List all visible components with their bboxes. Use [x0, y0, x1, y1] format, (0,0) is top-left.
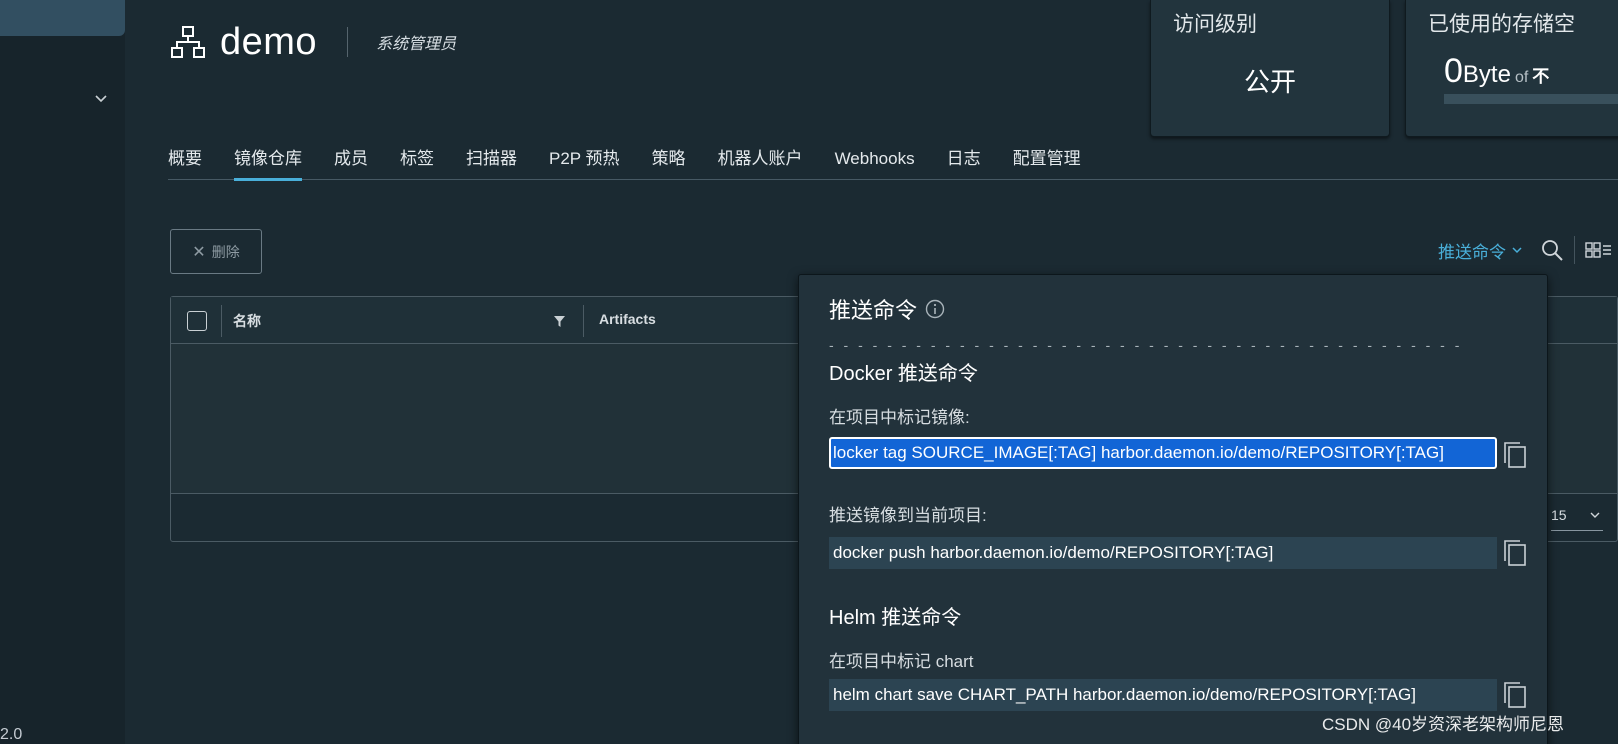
push-command-popover: 推送命令 - - - - - - - - - - - - - - - - - -… [798, 274, 1548, 744]
page-size-value: 15 [1551, 507, 1567, 523]
grid-view-icon[interactable] [1585, 241, 1611, 259]
project-icon [171, 26, 205, 58]
search-icon[interactable] [1540, 238, 1564, 262]
popover-title: 推送命令 [829, 293, 945, 325]
tab-configuration[interactable]: 配置管理 [1013, 144, 1081, 180]
column-divider [583, 305, 584, 337]
column-divider [221, 305, 222, 337]
select-all-checkbox[interactable] [187, 311, 207, 331]
page-size-select[interactable]: 15 [1551, 507, 1603, 531]
filter-icon[interactable] [553, 315, 566, 328]
popover-separator: - - - - - - - - - - - - - - - - - - - - … [829, 337, 1463, 353]
push-image-label: 推送镜像到当前项目: [829, 506, 987, 525]
access-level-value: 公开 [1243, 67, 1296, 97]
column-name-header[interactable]: 名称 [233, 311, 261, 331]
push-command-dropdown[interactable]: 推送命令 [1438, 238, 1522, 263]
storage-of-label: of [1514, 69, 1529, 86]
chevron-down-icon [1512, 247, 1522, 254]
tag-image-label: 在项目中标记镜像: [829, 408, 970, 427]
storage-used-unit: Byte [1462, 61, 1511, 88]
tab-logs[interactable]: 日志 [947, 144, 981, 180]
repo-toolbar: 推送命令 [1438, 236, 1611, 264]
tab-p2p-preheat[interactable]: P2P 预热 [549, 144, 620, 180]
tab-labels[interactable]: 标签 [400, 144, 434, 180]
helm-section-title: Helm 推送命令 [829, 607, 962, 629]
info-icon[interactable] [925, 299, 945, 319]
sidebar: 2.0 [0, 0, 125, 744]
tag-chart-label: 在项目中标记 chart [829, 652, 974, 671]
project-name: demo [220, 20, 318, 63]
tab-repositories[interactable]: 镜像仓库 [234, 144, 302, 181]
chevron-down-icon [1590, 512, 1600, 518]
storage-used-number: 0 [1444, 52, 1463, 90]
docker-push-command[interactable]: docker push harbor.daemon.io/demo/REPOSI… [829, 537, 1497, 569]
push-command-label: 推送命令 [1438, 242, 1506, 262]
header-divider [347, 27, 349, 57]
tab-summary[interactable]: 概要 [168, 144, 202, 180]
delete-button-label: 删除 [211, 243, 240, 260]
helm-save-command[interactable]: helm chart save CHART_PATH harbor.daemon… [829, 679, 1497, 711]
tab-webhooks[interactable]: Webhooks [835, 144, 915, 180]
copy-icon[interactable] [1503, 681, 1527, 709]
project-header: demo 系统管理员 [170, 14, 456, 70]
access-level-title: 访问级别 [1173, 13, 1257, 36]
copy-icon[interactable] [1503, 539, 1527, 567]
project-tabs: 概要 镜像仓库 成员 标签 扫描器 P2P 预热 策略 机器人账户 Webhoo… [168, 144, 1618, 181]
version-label: 2.0 [0, 726, 23, 743]
storage-title: 已使用的存储空 [1428, 13, 1575, 36]
tab-robot-accounts[interactable]: 机器人账户 [718, 144, 803, 180]
storage-usage: 0Byte of 不 [1444, 52, 1549, 91]
sidebar-active-item[interactable] [0, 0, 125, 36]
role-label: 系统管理员 [376, 36, 457, 53]
access-level-card: 访问级别 公开 [1150, 0, 1390, 137]
tab-scanner[interactable]: 扫描器 [466, 144, 517, 180]
storage-limit: 不 [1532, 67, 1550, 86]
copy-icon[interactable] [1503, 441, 1527, 469]
storage-progress-bar [1444, 94, 1618, 104]
column-artifacts-header[interactable]: Artifacts [599, 311, 656, 327]
chevron-down-icon[interactable] [94, 92, 108, 106]
close-icon: ✕ [192, 243, 206, 261]
watermark: CSDN @40岁资深老架构师尼恩 [1322, 715, 1565, 734]
toolbar-divider [1574, 236, 1575, 264]
popover-title-text: 推送命令 [829, 298, 918, 323]
delete-button[interactable]: ✕ 删除 [170, 229, 262, 274]
docker-tag-command[interactable]: locker tag SOURCE_IMAGE[:TAG] harbor.dae… [829, 437, 1497, 469]
tab-members[interactable]: 成员 [334, 144, 368, 180]
tab-policy[interactable]: 策略 [652, 144, 686, 180]
docker-section-title: Docker 推送命令 [829, 363, 978, 385]
storage-card: 已使用的存储空 0Byte of 不 [1405, 0, 1618, 137]
